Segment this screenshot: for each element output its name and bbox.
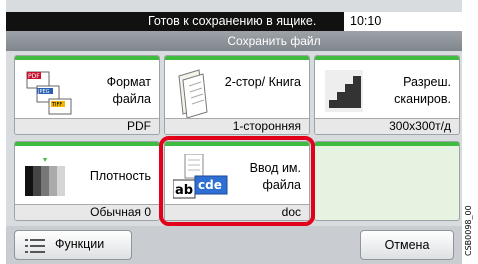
density-value: Обычная 0: [15, 204, 159, 220]
figure-code: CSB0098_00: [464, 205, 473, 256]
duplex-book-tile[interactable]: 2-стор/ Книга 1-сторонняя: [164, 55, 310, 135]
status-message: Готов к сохранению в ящике.: [148, 14, 317, 28]
duplex-book-label: 2-стор/ Книга: [224, 75, 301, 89]
svg-text:cde: cde: [198, 178, 222, 192]
file-name-entry-value: doc: [165, 204, 309, 220]
tile-accent: [15, 142, 159, 146]
density-label: Плотность: [89, 169, 151, 183]
file-name-entry-tile[interactable]: ab cde Ввод им. файла doc: [164, 141, 310, 221]
tile-accent: [315, 56, 459, 60]
svg-text:JPEG: JPEG: [37, 89, 50, 95]
screen-title: Сохранить файл: [6, 31, 462, 51]
menu-list-icon: [25, 239, 45, 253]
svg-text:PDF: PDF: [28, 73, 40, 80]
tile-accent: [15, 56, 159, 60]
status-bar: Готов к сохранению в ящике. 10:10: [6, 12, 462, 31]
scan-resolution-label: Разреш. сканиров.: [394, 75, 451, 106]
resolution-steps-icon: [325, 70, 363, 112]
touch-panel-screen: Готов к сохранению в ящике. 10:10 Сохран…: [6, 0, 462, 264]
tile-accent: [315, 142, 459, 146]
file-format-value: PDF: [15, 118, 159, 134]
scan-resolution-tile[interactable]: Разреш. сканиров. 300x300т/д: [314, 55, 460, 135]
duplex-book-value: 1-сторонняя: [165, 118, 309, 134]
svg-text:ab: ab: [175, 183, 193, 198]
tile-accent: [165, 142, 309, 146]
file-name-entry-label: Ввод им. файла: [249, 161, 301, 192]
functions-label: Функции: [55, 237, 105, 251]
book-pages-icon: [178, 69, 208, 119]
scan-resolution-value: 300x300т/д: [315, 118, 459, 134]
file-format-label: Формат файла: [106, 75, 151, 106]
svg-text:TIFF: TIFF: [51, 102, 62, 108]
tile-accent: [165, 56, 309, 60]
clock: 10:10: [344, 12, 462, 31]
cancel-button[interactable]: Отмена: [360, 230, 454, 260]
functions-button[interactable]: Функции: [14, 230, 132, 260]
density-tile[interactable]: Плотность Обычная 0: [14, 141, 160, 221]
file-format-icon: PDF JPEG TIFF: [26, 71, 72, 115]
file-format-tile[interactable]: PDF JPEG TIFF Формат файла PDF: [14, 55, 160, 135]
empty-tile: [314, 141, 460, 221]
